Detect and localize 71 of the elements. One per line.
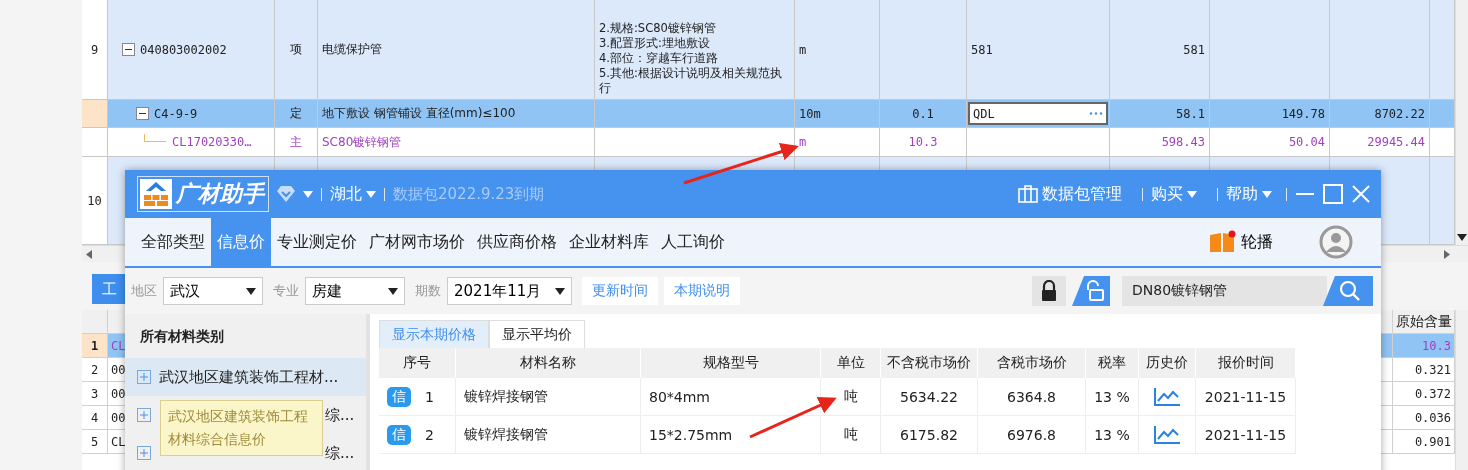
type-cell: 项: [275, 0, 318, 100]
table-cell: 0.321: [1393, 358, 1455, 382]
name-cell: 电缆保护管: [318, 0, 595, 100]
quantity-cell: 0.1: [880, 100, 967, 128]
type-cell: 定: [275, 100, 318, 128]
tooltip: 武汉地区建筑装饰工程材料综合信息价: [160, 400, 323, 456]
table-cell: 15*2.75mm: [641, 416, 821, 454]
row-number: 4: [82, 406, 108, 430]
table-cell: 吨: [821, 416, 881, 454]
filter-label: 专业: [273, 282, 299, 300]
table-cell: 镀锌焊接钢管: [456, 416, 641, 454]
table-cell: 镀锌焊接钢管: [456, 378, 641, 416]
row-number: 10: [82, 157, 108, 245]
table-cell: 0.372: [1393, 382, 1455, 406]
table-cell: 0.036: [1393, 406, 1455, 430]
table-cell: CL: [108, 334, 126, 358]
table-cell: 6175.82: [881, 416, 978, 454]
table-cell: 6976.8: [978, 416, 1086, 454]
info-badge: 信: [387, 424, 411, 445]
info-badge: 信: [387, 386, 411, 407]
column-header: 含税市场价: [978, 348, 1086, 378]
code-cell: C4-9-9: [108, 100, 275, 128]
row-number: 3: [82, 382, 108, 406]
description-cell: 2.规格:SC80镀锌钢管 3.配置形式:埋地敷设 4.部位：穿越车行道路 5.其他:根据设计说明及相关规范执行: [595, 0, 795, 100]
amount-cell: 58.1: [1110, 100, 1210, 128]
code-cell: CL17020330…: [108, 128, 275, 157]
column-header: 历史价: [1139, 348, 1196, 378]
total-cell: 8702.22: [1330, 100, 1430, 128]
row-number: 5: [82, 430, 108, 454]
unit-cell: 10m: [795, 100, 880, 128]
column-header: 规格型号: [641, 348, 821, 378]
app-name: 广材助手: [176, 180, 264, 208]
amount-cell: 581: [1110, 0, 1210, 100]
amount-cell: 598.43: [1110, 128, 1210, 157]
column-header: 报价时间: [1196, 348, 1296, 378]
column-header: 原始含量: [1393, 310, 1455, 334]
name-cell: 地下敷设 钢管铺设 直径(mm)≤100: [318, 100, 595, 128]
table-cell: 0.901: [1393, 430, 1455, 454]
package-expiry: 数据包2022.9.23到期: [393, 184, 545, 204]
unit-cell: m: [795, 128, 880, 157]
row-number: 9: [82, 0, 108, 100]
total-cell: 29945.44: [1330, 128, 1430, 157]
table-cell: 2021-11-15: [1196, 416, 1296, 454]
unit-cell: m: [795, 0, 880, 100]
table-cell: 5634.22: [881, 378, 978, 416]
table-cell: 2021-11-15: [1196, 378, 1296, 416]
row-number: 2: [82, 358, 108, 382]
category-header: 所有材料类别: [139, 327, 225, 346]
code-cell: 040803002002: [108, 0, 275, 100]
formula-cell: 581: [967, 0, 1110, 100]
quantity-cell: 10.3: [880, 128, 967, 157]
row-index: 1: [425, 388, 434, 405]
column-header: 不含税市场价: [881, 348, 978, 378]
type-cell: 主: [275, 128, 318, 157]
name-cell: SC80镀锌钢管: [318, 128, 595, 157]
column-header: 材料名称: [456, 348, 641, 378]
price-cell: 149.78: [1210, 100, 1330, 128]
table-cell: 13 %: [1086, 378, 1139, 416]
row-index: 2: [425, 426, 434, 443]
row-number: 1: [82, 334, 108, 358]
table-cell: 80*4mm: [641, 378, 821, 416]
filter-label: 地区: [131, 282, 157, 300]
table-cell: 吨: [821, 378, 881, 416]
column-header: 单位: [821, 348, 881, 378]
table-cell: 6364.8: [978, 378, 1086, 416]
table-cell: 13 %: [1086, 416, 1139, 454]
column-header: 税率: [1086, 348, 1139, 378]
column-header: 序号: [379, 348, 456, 378]
filter-label: 期数: [415, 282, 441, 300]
price-cell: 50.04: [1210, 128, 1330, 157]
table-cell: 10.3: [1393, 334, 1455, 358]
